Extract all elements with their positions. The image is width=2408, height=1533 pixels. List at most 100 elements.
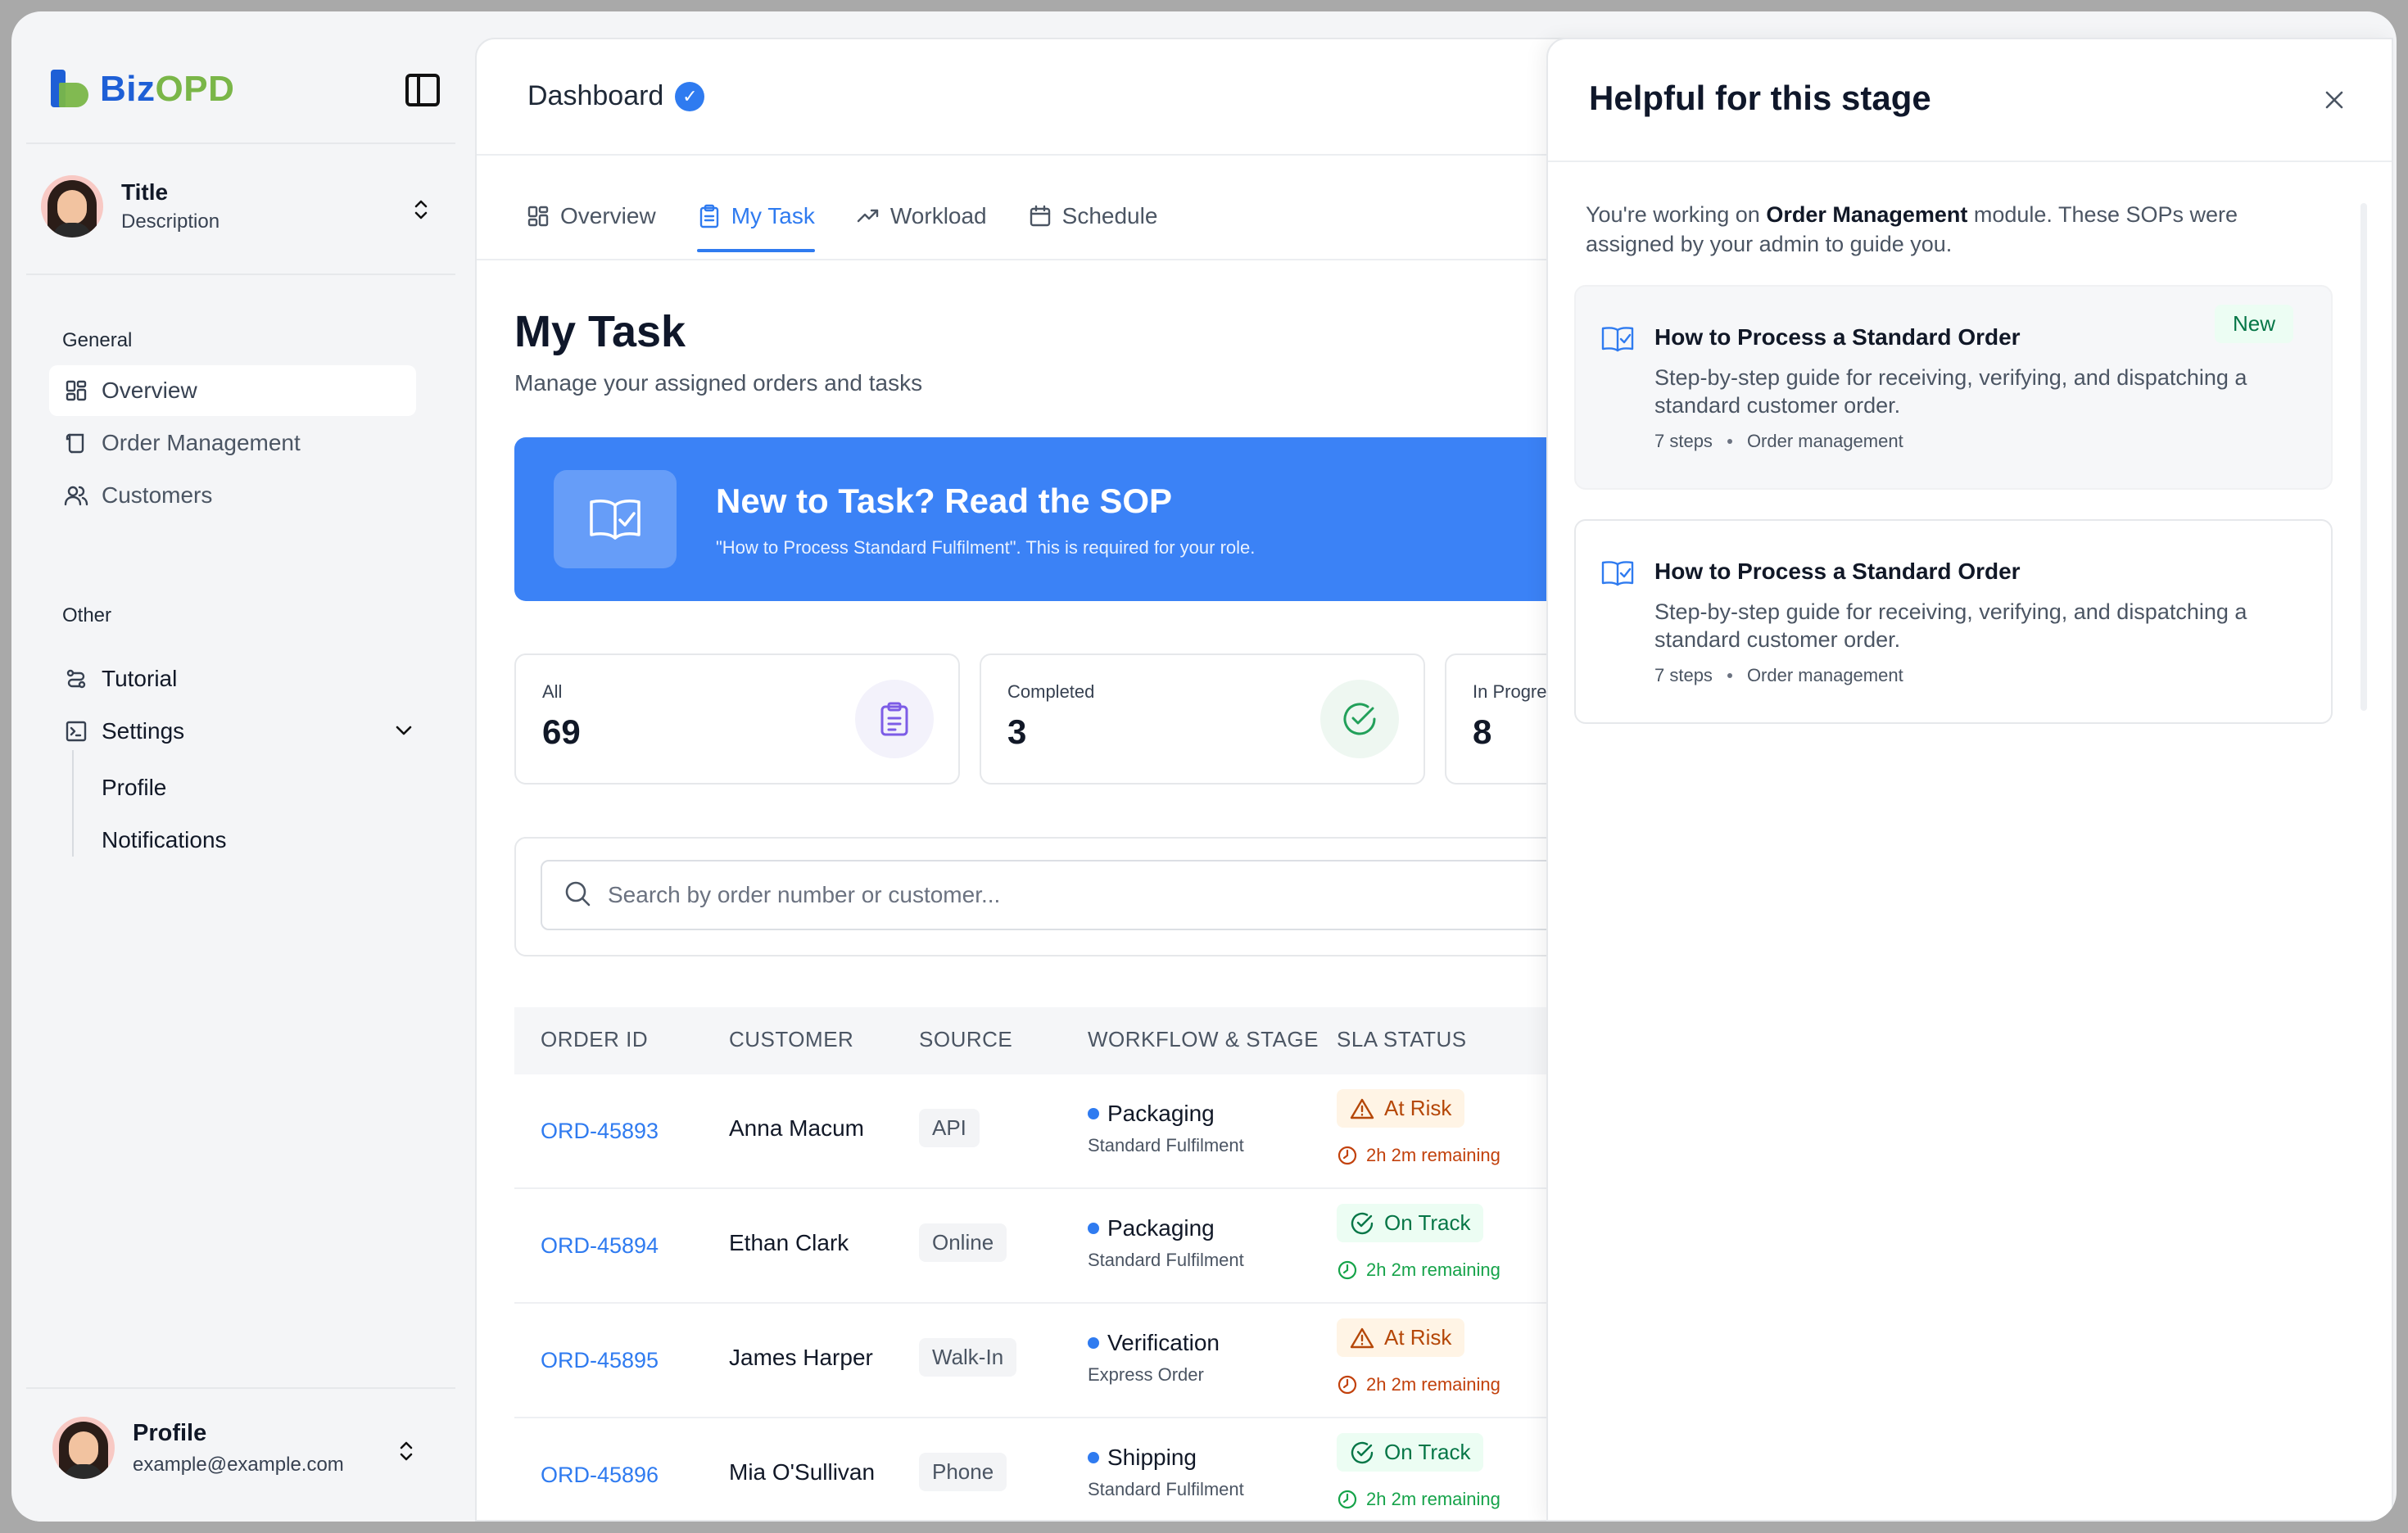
sidebar-subitem-notifications[interactable]: Notifications <box>102 827 227 853</box>
sop-title: How to Process a Standard Order <box>1654 558 2021 584</box>
close-icon[interactable] <box>2318 84 2351 116</box>
status-dot <box>1088 1223 1099 1234</box>
table-row[interactable]: ORD-45896 Mia O'Sullivan Phone Shipping … <box>514 1418 1661 1520</box>
sidebar-subitem-profile[interactable]: Profile <box>102 775 166 801</box>
sidebar-toggle-icon[interactable] <box>405 74 440 106</box>
route-icon <box>64 667 88 691</box>
tab-my-task[interactable]: My Task <box>684 203 828 252</box>
sop-category: Order management <box>1746 431 1903 451</box>
sop-meta: 7 steps Order management <box>1654 665 1903 686</box>
page-header: Dashboard ✓ <box>527 80 705 112</box>
page-subtitle: Manage your assigned orders and tasks <box>514 370 923 396</box>
logo[interactable]: BizOPD <box>51 69 234 110</box>
chevron-updown-icon[interactable] <box>396 1438 416 1464</box>
column-header: WORKFLOW & STAGE <box>1088 1027 1319 1051</box>
sla-status-badge: At Risk <box>1337 1318 1465 1357</box>
stat-label: Completed <box>1007 681 1095 702</box>
tab-label: Overview <box>560 203 656 228</box>
banner-text: "How to Process Standard Fulfilment". Th… <box>716 537 1256 558</box>
check-circle-icon <box>1350 1440 1374 1465</box>
stage-label: Shipping <box>1107 1445 1197 1470</box>
clock-icon <box>1337 1489 1358 1510</box>
order-id-link[interactable]: ORD-45896 <box>541 1463 659 1488</box>
workflow-name: Standard Fulfilment <box>1088 1250 1244 1270</box>
search-box[interactable] <box>541 860 1671 930</box>
sidebar-item-tutorial[interactable]: Tutorial <box>49 653 416 704</box>
profile-switcher[interactable]: Profile example@example.com <box>52 1417 344 1479</box>
stage: Verification <box>1088 1330 1220 1356</box>
tab-overview[interactable]: Overview <box>513 203 669 251</box>
meta-separator <box>1727 673 1732 678</box>
stat-value: 69 <box>542 712 581 751</box>
book-check-icon <box>554 470 677 568</box>
avatar <box>41 175 103 237</box>
tab-workload[interactable]: Workload <box>843 203 1000 251</box>
order-id-link[interactable]: ORD-45894 <box>541 1233 659 1259</box>
clock-icon <box>1337 1145 1358 1166</box>
panel-scrollbar[interactable] <box>2360 203 2367 711</box>
sidebar-divider <box>26 1387 455 1389</box>
stat-label: In Progre <box>1473 681 1547 702</box>
tab-label: Schedule <box>1061 203 1158 228</box>
logo-mark-icon <box>51 70 90 109</box>
sop-banner[interactable]: New to Task? Read the SOP "How to Proces… <box>514 437 1661 601</box>
sop-category: Order management <box>1746 665 1903 685</box>
chevron-updown-icon[interactable] <box>411 197 431 223</box>
source-tag: Online <box>919 1223 1007 1262</box>
scroll-icon <box>64 431 88 455</box>
tab-schedule[interactable]: Schedule <box>1015 203 1171 251</box>
stat-label: All <box>542 681 563 702</box>
stat-card-all[interactable]: All 69 <box>514 653 960 785</box>
time-remaining: 2h 2m remaining <box>1337 1489 1500 1510</box>
sop-meta: 7 steps Order management <box>1654 431 1903 452</box>
sop-description: Step-by-step guide for receiving, verify… <box>1654 599 2247 652</box>
chevron-down-icon[interactable] <box>393 722 414 743</box>
status-dot <box>1088 1108 1099 1119</box>
tab-bar: Overview My Task Workload Schedule <box>513 203 1185 252</box>
stage-label: Verification <box>1107 1330 1220 1355</box>
sidebar-item-label: Settings <box>102 718 185 744</box>
clock-icon <box>1337 1259 1358 1281</box>
remaining-label: 2h 2m remaining <box>1366 1489 1500 1509</box>
check-circle-icon <box>1350 1211 1374 1236</box>
sop-card[interactable]: How to Process a Standard Order Step-by-… <box>1574 519 2333 724</box>
meta-separator <box>1727 439 1732 444</box>
stage: Packaging <box>1088 1215 1215 1241</box>
verified-badge-icon: ✓ <box>675 81 705 111</box>
sop-card[interactable]: How to Process a Standard Order New Step… <box>1574 285 2333 490</box>
table-header: ORDER ID CUSTOMER SOURCE WORKFLOW & STAG… <box>514 1007 1661 1074</box>
calendar-icon <box>1028 204 1052 228</box>
sop-title: How to Process a Standard Order <box>1654 324 2021 350</box>
sidebar-item-settings[interactable]: Settings <box>49 706 416 757</box>
table-row[interactable]: ORD-45895 James Harper Walk-In Verificat… <box>514 1304 1661 1418</box>
book-check-icon <box>1600 558 1635 588</box>
table-row[interactable]: ORD-45893 Anna Macum API Packaging Stand… <box>514 1074 1661 1189</box>
remaining-label: 2h 2m remaining <box>1366 1374 1500 1395</box>
user-switcher[interactable]: Title Description <box>41 175 220 237</box>
customer-name: Ethan Clark <box>729 1230 849 1255</box>
table-row[interactable]: ORD-45894 Ethan Clark Online Packaging S… <box>514 1189 1661 1304</box>
sidebar-item-overview[interactable]: Overview <box>49 365 416 416</box>
sla-label: At Risk <box>1384 1325 1452 1350</box>
order-id-link[interactable]: ORD-45893 <box>541 1119 659 1144</box>
source-tag: Phone <box>919 1453 1007 1491</box>
sidebar-item-label: Order Management <box>102 430 301 455</box>
customer-name: Anna Macum <box>729 1115 864 1141</box>
workflow-name: Standard Fulfilment <box>1088 1479 1244 1499</box>
search-input[interactable] <box>608 882 1427 908</box>
sidebar-item-customers[interactable]: Customers <box>49 470 416 521</box>
logo-text-biz: Biz <box>100 69 156 109</box>
order-id-link[interactable]: ORD-45895 <box>541 1348 659 1373</box>
intro-module: Order Management <box>1766 202 1968 227</box>
column-header: SLA STATUS <box>1337 1027 1467 1051</box>
sidebar-item-order-management[interactable]: Order Management <box>49 418 416 468</box>
avatar <box>52 1417 115 1479</box>
sop-steps: 7 steps <box>1654 665 1713 685</box>
sidebar-divider <box>26 142 455 144</box>
panel-intro: You're working on Order Management modul… <box>1586 200 2306 259</box>
source-tag: API <box>919 1109 980 1147</box>
intro-prefix: You're working on <box>1586 202 1767 227</box>
sidebar-item-label: Customers <box>102 482 213 508</box>
stat-card-completed[interactable]: Completed 3 <box>980 653 1425 785</box>
column-header: SOURCE <box>919 1027 1013 1051</box>
